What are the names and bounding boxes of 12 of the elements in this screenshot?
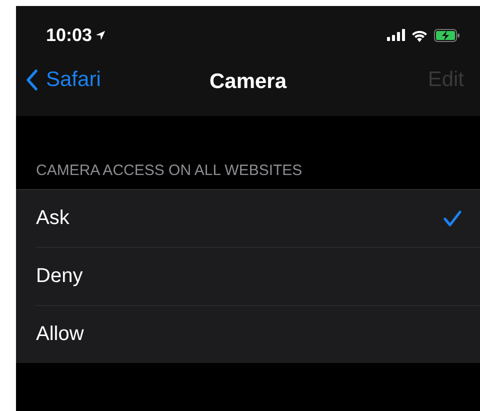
option-row[interactable]: Deny xyxy=(36,248,480,306)
option-row[interactable]: Ask xyxy=(36,190,480,248)
location-arrow-icon xyxy=(95,30,106,40)
nav-title: Camera xyxy=(209,70,287,94)
status-time: 10:03 xyxy=(46,24,92,46)
battery-charging-icon xyxy=(434,28,460,42)
back-button[interactable]: Safari xyxy=(26,68,101,92)
option-row[interactable]: Allow xyxy=(36,306,480,363)
chevron-left-icon xyxy=(26,69,38,91)
wifi-icon xyxy=(411,28,428,42)
section-header: CAMERA ACCESS ON ALL WEBSITES xyxy=(35,162,304,181)
signal-icon xyxy=(387,29,405,41)
